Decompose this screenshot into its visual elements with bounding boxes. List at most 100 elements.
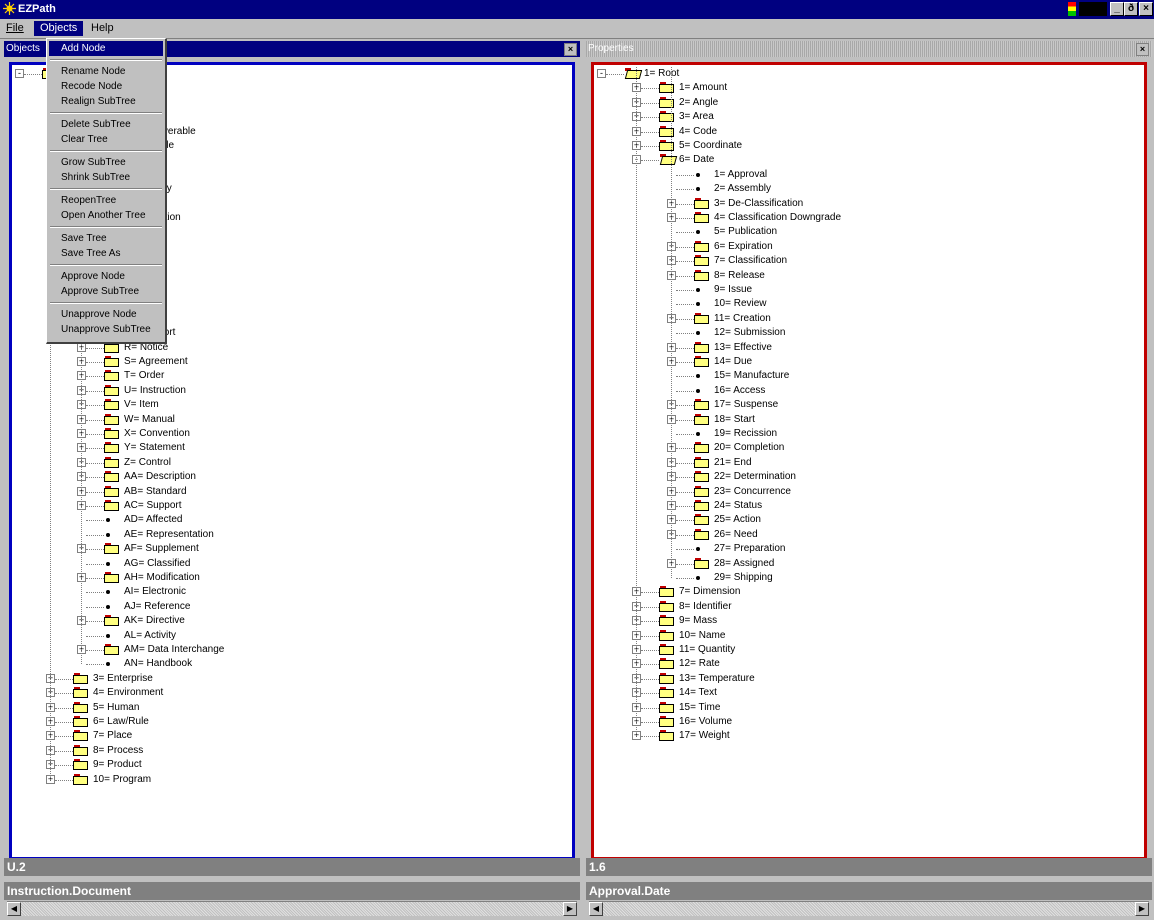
tree-node[interactable]: +4= Code	[594, 125, 1144, 139]
tree-node[interactable]: +14= Due	[594, 355, 1144, 369]
menu-item-reopentree[interactable]: ReopenTree	[61, 193, 116, 208]
tree-node[interactable]: + S= Agreement	[12, 355, 572, 369]
properties-pane-close-icon[interactable]: ×	[1136, 43, 1149, 56]
tree-node[interactable]: +18= Start	[594, 413, 1144, 427]
tree-node[interactable]: +26= Need	[594, 528, 1144, 542]
tree-node[interactable]: +2= Angle	[594, 96, 1144, 110]
tree-node[interactable]: +24= Status	[594, 499, 1144, 513]
tree-node[interactable]: - 1= Root	[594, 67, 1144, 81]
menu-item-recode-node[interactable]: Recode Node	[61, 79, 122, 94]
scroll-right-icon[interactable]: ▶	[563, 902, 577, 916]
menu-item-open-another-tree[interactable]: Open Another Tree	[61, 208, 146, 223]
objects-hscrollbar[interactable]: ◀ ▶	[7, 901, 577, 916]
tree-node[interactable]: +28= Assigned	[594, 557, 1144, 571]
tree-node[interactable]: + X= Convention	[12, 427, 572, 441]
tree-node[interactable]: +13= Effective	[594, 341, 1144, 355]
menu-item-delete-subtree[interactable]: Delete SubTree	[61, 117, 131, 132]
tree-node[interactable]: +4= Environment	[12, 686, 572, 700]
tree-node[interactable]: + AH= Modification	[12, 571, 572, 585]
tree-leaf[interactable]: 2= Assembly	[594, 182, 1144, 196]
tree-node[interactable]: +16= Volume	[594, 715, 1144, 729]
tree-node[interactable]: +8= Identifier	[594, 600, 1144, 614]
tree-leaf[interactable]: 10= Review	[594, 297, 1144, 311]
tree-node[interactable]: + Z= Control	[12, 456, 572, 470]
tree-node[interactable]: + W= Manual	[12, 413, 572, 427]
tree-node[interactable]: +7= Place	[12, 729, 572, 743]
tree-leaf[interactable]: AI= Electronic	[12, 585, 572, 599]
menu-objects[interactable]: Objects	[34, 21, 84, 36]
tree-node[interactable]: +21= End	[594, 456, 1144, 470]
tree-node[interactable]: + AM= Data Interchange	[12, 643, 572, 657]
tree-leaf[interactable]: AE= Representation	[12, 528, 572, 542]
menu-item-unapprove-node[interactable]: Unapprove Node	[61, 307, 137, 322]
tree-node[interactable]: +7= Dimension	[594, 585, 1144, 599]
tree-node[interactable]: +11= Quantity	[594, 643, 1144, 657]
tree-node[interactable]: +22= Determination	[594, 470, 1144, 484]
tree-leaf[interactable]: 27= Preparation	[594, 542, 1144, 556]
tree-leaf[interactable]: 29= Shipping	[594, 571, 1144, 585]
tree-node[interactable]: +1= Amount	[594, 81, 1144, 95]
scroll-left-icon[interactable]: ◀	[589, 902, 603, 916]
tree-node[interactable]: +9= Product	[12, 758, 572, 772]
tree-leaf[interactable]: AG= Classified	[12, 557, 572, 571]
tree-node[interactable]: +11= Creation	[594, 312, 1144, 326]
tree-node[interactable]: +13= Temperature	[594, 672, 1144, 686]
menu-item-save-tree-as[interactable]: Save Tree As	[61, 246, 120, 261]
tree-node[interactable]: + AK= Directive	[12, 614, 572, 628]
tree-node[interactable]: +17= Suspense	[594, 398, 1144, 412]
properties-hscrollbar[interactable]: ◀ ▶	[589, 901, 1149, 916]
tree-node[interactable]: +4= Classification Downgrade	[594, 211, 1144, 225]
tree-node[interactable]: +3= Area	[594, 110, 1144, 124]
tree-node[interactable]: + T= Order	[12, 369, 572, 383]
tree-node[interactable]: +8= Release	[594, 269, 1144, 283]
menu-item-grow-subtree[interactable]: Grow SubTree	[61, 155, 126, 170]
tree-node[interactable]: + V= Item	[12, 398, 572, 412]
tree-node[interactable]: +12= Rate	[594, 657, 1144, 671]
tree-leaf[interactable]: AL= Activity	[12, 629, 572, 643]
tree-node[interactable]: +20= Completion	[594, 441, 1144, 455]
tree-node[interactable]: + AC= Support	[12, 499, 572, 513]
tree-leaf[interactable]: AJ= Reference	[12, 600, 572, 614]
tree-leaf[interactable]: 5= Publication	[594, 225, 1144, 239]
tree-node[interactable]: + AF= Supplement	[12, 542, 572, 556]
tree-leaf[interactable]: 1= Approval	[594, 168, 1144, 182]
tree-node[interactable]: +17= Weight	[594, 729, 1144, 743]
scroll-left-icon[interactable]: ◀	[7, 902, 21, 916]
menu-item-save-tree[interactable]: Save Tree	[61, 231, 107, 246]
tree-node[interactable]: +10= Program	[12, 773, 572, 787]
scroll-right-icon[interactable]: ▶	[1135, 902, 1149, 916]
tree-node[interactable]: +14= Text	[594, 686, 1144, 700]
menu-help[interactable]: Help	[85, 21, 120, 36]
collapse-icon[interactable]: -	[15, 69, 24, 78]
tree-leaf[interactable]: 9= Issue	[594, 283, 1144, 297]
tree-leaf[interactable]: AN= Handbook	[12, 657, 572, 671]
menu-item-shrink-subtree[interactable]: Shrink SubTree	[61, 170, 130, 185]
tree-leaf[interactable]: 19= Recission	[594, 427, 1144, 441]
tree-node[interactable]: +10= Name	[594, 629, 1144, 643]
tree-node[interactable]: +6= Law/Rule	[12, 715, 572, 729]
tree-node[interactable]: + AB= Standard	[12, 485, 572, 499]
tree-leaf[interactable]: 16= Access	[594, 384, 1144, 398]
minimize-button[interactable]: _	[1110, 2, 1124, 16]
tree-node[interactable]: +3= Enterprise	[12, 672, 572, 686]
tree-node[interactable]: +5= Coordinate	[594, 139, 1144, 153]
menu-item-unapprove-subtree[interactable]: Unapprove SubTree	[61, 322, 151, 337]
tree-node[interactable]: +25= Action	[594, 513, 1144, 527]
tree-node[interactable]: -6= Date	[594, 153, 1144, 167]
properties-tree[interactable]: -1= Root +1= Amount +2= Angle +3= Area +4= C…	[591, 62, 1147, 860]
tree-node[interactable]: +3= De-Classification	[594, 197, 1144, 211]
tree-node[interactable]: + Y= Statement	[12, 441, 572, 455]
tree-leaf[interactable]: AD= Affected	[12, 513, 572, 527]
tree-leaf[interactable]: 12= Submission	[594, 326, 1144, 340]
tree-node[interactable]: +7= Classification	[594, 254, 1144, 268]
menu-item-rename-node[interactable]: Rename Node	[61, 64, 125, 79]
menu-item-approve-node[interactable]: Approve Node	[61, 269, 125, 284]
menu-item-add-node[interactable]: Add Node	[49, 41, 163, 56]
menu-item-clear-tree[interactable]: Clear Tree	[61, 132, 108, 147]
menu-item-approve-subtree[interactable]: Approve SubTree	[61, 284, 139, 299]
menu-item-realign-subtree[interactable]: Realign SubTree	[61, 94, 136, 109]
collapse-icon[interactable]: -	[597, 69, 606, 78]
tree-node[interactable]: +9= Mass	[594, 614, 1144, 628]
tree-node[interactable]: +23= Concurrence	[594, 485, 1144, 499]
restore-button[interactable]: ð	[1124, 2, 1138, 16]
